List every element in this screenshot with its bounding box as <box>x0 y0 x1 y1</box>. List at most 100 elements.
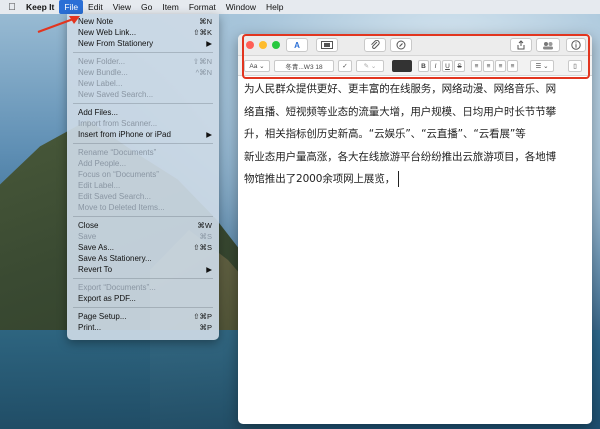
close-window-button[interactable] <box>246 41 254 49</box>
menu-separator <box>73 103 213 104</box>
menu-view[interactable]: View <box>108 0 136 14</box>
share-button[interactable] <box>510 38 532 52</box>
info-icon <box>571 40 581 50</box>
menu-item-shortcut: ⇧⌘S <box>193 243 212 252</box>
font-size-select[interactable]: Aa ⌄ <box>244 60 270 72</box>
menu-item-shortcut: ⇧⌘P <box>193 312 212 321</box>
file-menu-item[interactable]: Page Setup... ⇧⌘P <box>67 311 219 322</box>
window-toolbar: A <box>238 34 592 56</box>
menu-item-label: New From Stationery <box>78 39 154 48</box>
menu-go[interactable]: Go <box>136 0 157 14</box>
file-menu-dropdown: New Note ⌘N New Web Link... ⇧⌘K New From Sta… <box>67 14 219 340</box>
file-menu-item[interactable]: Revert To ▶ <box>67 264 219 275</box>
menu-item[interactable]: Item <box>157 0 184 14</box>
font-name-value: 冬青...W3 18 <box>285 64 323 71</box>
file-menu-item: New Saved Search... <box>67 89 219 100</box>
menu-item-shortcut: ⌘S <box>199 232 212 241</box>
people-button[interactable] <box>536 38 560 52</box>
menu-item-label: Edit Label... <box>78 181 121 190</box>
compass-button[interactable] <box>390 38 412 52</box>
document-icon: ▯ <box>573 63 577 70</box>
menu-item-label: New Label... <box>78 79 123 88</box>
menu-item-shortcut: ⌘W <box>197 221 212 230</box>
note-text-line: 为人民群众提供更好、更丰富的在线服务，网络动漫、网络音乐、网 <box>244 83 556 95</box>
menu-item-label: Edit Saved Search... <box>78 192 151 201</box>
align-justify-button[interactable]: ≡ <box>507 60 518 72</box>
align-center-button[interactable]: ≡ <box>483 60 494 72</box>
chevron-down-icon: ⌄ <box>259 63 265 70</box>
italic-button[interactable]: I <box>430 60 441 72</box>
font-size-value: Aa <box>249 62 258 70</box>
file-menu-item[interactable]: New From Stationery ▶ <box>67 38 219 49</box>
file-menu-item: Add People... <box>67 158 219 169</box>
italic-label: I <box>434 62 437 70</box>
menu-item-label: Print... <box>78 323 102 332</box>
check-button[interactable]: ✓ <box>338 60 352 72</box>
underline-button[interactable]: U <box>442 60 453 72</box>
menu-separator <box>73 143 213 144</box>
format-toolbar: Aa ⌄ 冬青...W3 18 ✓ ✎ ⌄ B I U S ≡ ≡ ≡ ≡ ☰ … <box>238 56 592 76</box>
file-menu-item: New Folder... ⇧⌘N <box>67 56 219 67</box>
file-menu-item[interactable]: Save As Stationery... <box>67 253 219 264</box>
highlight-color-select[interactable]: ✎ ⌄ <box>356 60 384 72</box>
font-name-select[interactable]: 冬青...W3 18 <box>274 60 334 72</box>
strikethrough-button[interactable]: S <box>454 60 465 72</box>
menu-item-shortcut: ⌘P <box>199 323 212 332</box>
align-right-icon: ≡ <box>498 62 503 70</box>
align-left-button[interactable]: ≡ <box>471 60 482 72</box>
strikethrough-label: S <box>457 62 462 70</box>
menu-item-label: New Folder... <box>78 57 126 66</box>
menu-window[interactable]: Window <box>221 0 261 14</box>
menu-item-label: Export “Documents”... <box>78 283 156 292</box>
file-menu-item[interactable]: Save As... ⇧⌘S <box>67 242 219 253</box>
info-button[interactable] <box>566 38 586 52</box>
menu-separator <box>73 52 213 53</box>
menu-item-label: Add Files... <box>78 108 119 117</box>
menu-bar:  Keep It File Edit View Go Item Format … <box>0 0 600 14</box>
checkmark-icon: ✓ <box>342 63 348 70</box>
file-menu-item[interactable]: Close ⌘W <box>67 220 219 231</box>
text-color-swatch[interactable] <box>392 60 412 72</box>
menu-format[interactable]: Format <box>184 0 221 14</box>
people-icon <box>543 41 553 49</box>
zoom-window-button[interactable] <box>272 41 280 49</box>
text-style-label: A <box>294 40 300 50</box>
menu-item-shortcut: ^⌘N <box>195 68 212 77</box>
menu-item-label: Insert from iPhone or iPad <box>78 130 171 139</box>
menu-item-shortcut: ▶ <box>206 130 212 139</box>
file-menu-item[interactable]: New Web Link... ⇧⌘K <box>67 27 219 38</box>
list-icon: ☰ ⌄ <box>535 63 549 70</box>
paperclip-icon <box>371 40 380 49</box>
text-style-button[interactable]: A <box>286 38 308 52</box>
menu-item-label: Add People... <box>78 159 127 168</box>
menu-item-label: New Saved Search... <box>78 90 154 99</box>
menu-separator <box>73 278 213 279</box>
file-menu-item[interactable]: Add Files... <box>67 107 219 118</box>
file-menu-item[interactable]: New Note ⌘N <box>67 16 219 27</box>
file-menu-item[interactable]: Print... ⌘P <box>67 322 219 333</box>
align-right-button[interactable]: ≡ <box>495 60 506 72</box>
minimize-window-button[interactable] <box>259 41 267 49</box>
file-menu-item: Import from Scanner... <box>67 118 219 129</box>
menu-edit[interactable]: Edit <box>83 0 108 14</box>
menu-item-label: Save As... <box>78 243 115 252</box>
align-justify-icon: ≡ <box>510 62 515 70</box>
document-button[interactable]: ▯ <box>568 60 582 72</box>
note-text-body[interactable]: 为人民群众提供更好、更丰富的在线服务，网络动漫、网络音乐、网 络直播、短视频等业态… <box>244 78 586 191</box>
menu-item-label: Page Setup... <box>78 312 127 321</box>
note-text-line: 络直播、短视频等业态的流量大增，用户规模、日均用户时长节节攀 <box>244 105 556 118</box>
file-menu-item[interactable]: Export as PDF... <box>67 293 219 304</box>
file-menu-item: Rename “Documents” <box>67 147 219 158</box>
list-style-select[interactable]: ☰ ⌄ <box>530 60 554 72</box>
attach-button[interactable] <box>364 38 386 52</box>
highlighter-icon: ✎ ⌄ <box>363 63 377 70</box>
note-text-line: 升，相关指标创历史新高。“云娱乐”、“云直播”、“云看展”等 <box>244 128 526 140</box>
fullscreen-button[interactable] <box>316 38 338 52</box>
red-arrow-annotation <box>37 16 80 34</box>
file-menu-item[interactable]: Insert from iPhone or iPad ▶ <box>67 129 219 140</box>
menu-item-label: Export as PDF... <box>78 294 136 303</box>
apple-logo-icon[interactable]:  <box>3 2 21 13</box>
bold-button[interactable]: B <box>418 60 429 72</box>
file-menu-item: Edit Saved Search... <box>67 191 219 202</box>
menu-help[interactable]: Help <box>261 0 288 14</box>
